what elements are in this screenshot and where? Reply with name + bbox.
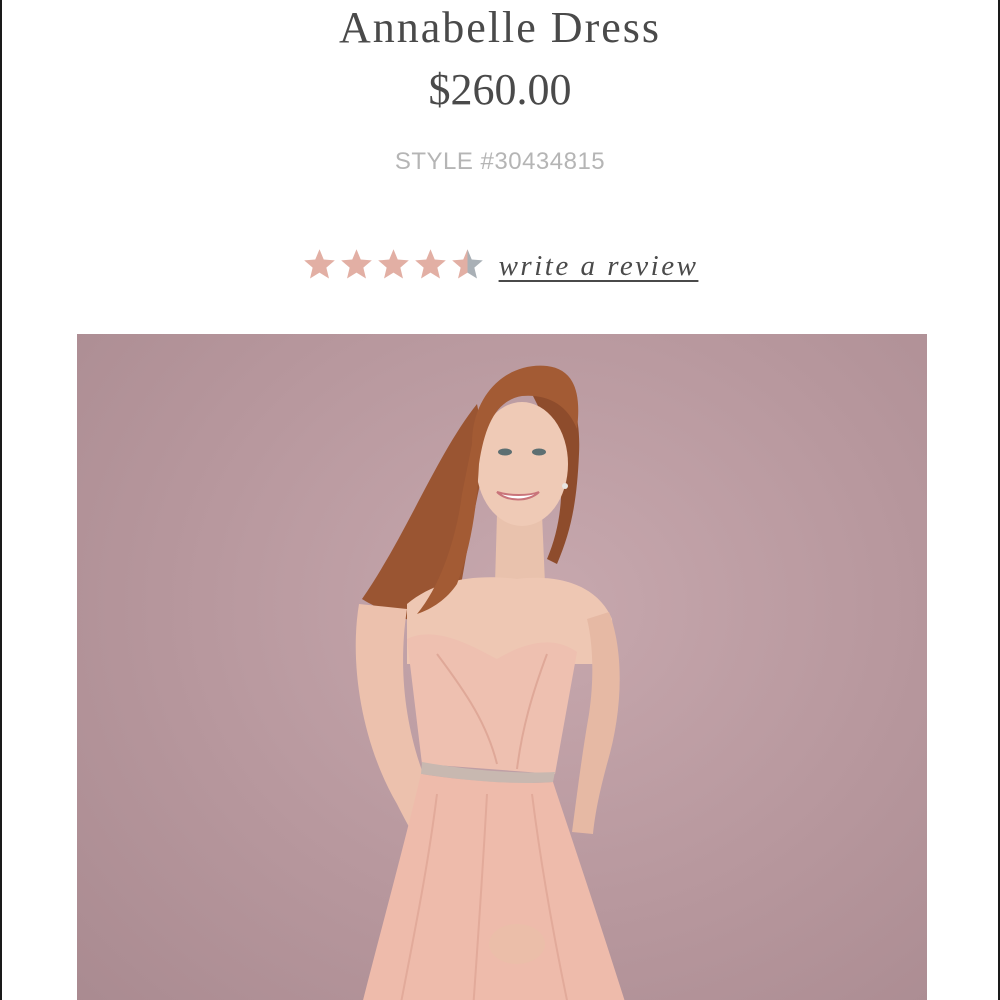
star-icon (414, 248, 446, 278)
half-star-icon (451, 248, 483, 278)
star-icon (377, 248, 409, 278)
star-icon (340, 248, 372, 278)
style-number: STYLE #30434815 (394, 148, 606, 175)
product-price: $260.00 (428, 65, 572, 114)
hand (489, 924, 545, 964)
product-page: Annabelle Dress $260.00 STYLE #30434815 … (0, 0, 1000, 1000)
star-rating[interactable] (302, 247, 485, 282)
star-icon (303, 248, 335, 278)
left-eye (498, 448, 512, 456)
earring (562, 483, 568, 489)
model-illustration (355, 365, 625, 1000)
right-eye (532, 448, 546, 456)
rating-row: write a review (2, 242, 998, 286)
write-review-link[interactable]: write a review (499, 246, 699, 286)
product-photo[interactable] (77, 334, 927, 1000)
product-title: Annabelle Dress (338, 3, 661, 52)
